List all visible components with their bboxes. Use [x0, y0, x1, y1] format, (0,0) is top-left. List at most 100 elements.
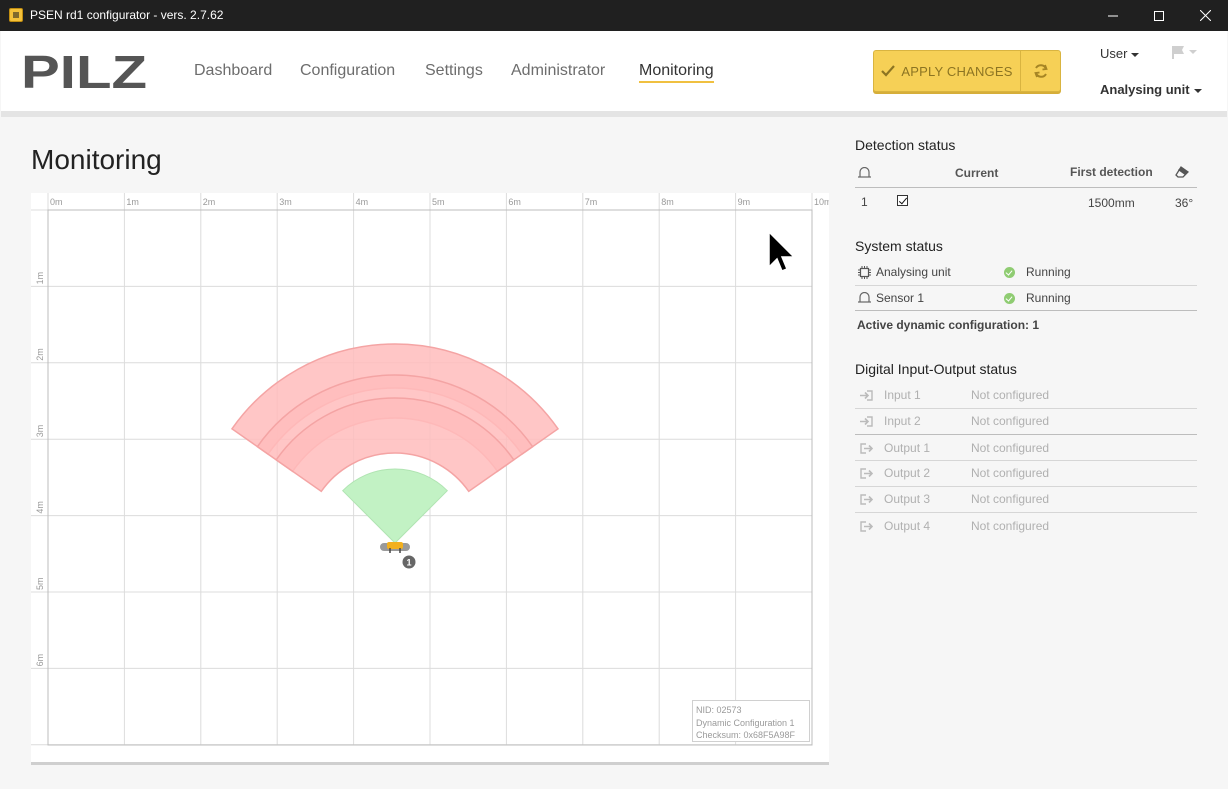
io-item-label: Output 4 [884, 519, 931, 533]
apply-changes-button[interactable]: APPLY CHANGES [873, 50, 1020, 92]
map-info-box: NID: 02573 Dynamic Configuration 1 Check… [692, 700, 810, 742]
check-icon [881, 65, 896, 77]
system-sensor-label: Sensor 1 [876, 291, 925, 305]
y-tick-label: 2m [35, 348, 45, 361]
chip-icon [858, 266, 871, 279]
io-item-label: Input 2 [884, 414, 921, 428]
io-item-status: Not configured [971, 414, 1050, 428]
eraser-icon[interactable] [1175, 166, 1189, 178]
col-current: Current [955, 166, 999, 180]
divider [855, 310, 1197, 311]
user-menu[interactable]: User [1100, 46, 1140, 61]
system-analysing-unit-label: Analysing unit [876, 265, 951, 279]
x-tick-label: 3m [279, 197, 292, 207]
system-analysing-unit-status: Running [1026, 265, 1071, 279]
divider [855, 187, 1197, 188]
language-menu[interactable] [1171, 45, 1197, 64]
x-tick-label: 5m [432, 197, 445, 207]
analysing-unit-label: Analysing unit [1100, 82, 1190, 97]
io-item-label: Output 1 [884, 441, 931, 455]
x-tick-label: 6m [508, 197, 521, 207]
sign-out-icon [860, 494, 873, 505]
chevron-down-icon [1131, 52, 1140, 57]
x-tick-label: 10m [814, 197, 829, 207]
sensor-badge-label: 1 [406, 558, 411, 568]
maximize-button[interactable] [1136, 0, 1182, 31]
divider [855, 460, 1197, 461]
x-tick-label: 2m [203, 197, 216, 207]
refresh-icon [1033, 64, 1048, 78]
chevron-down-icon [1193, 88, 1202, 93]
io-item-status: Not configured [971, 492, 1050, 506]
svg-text:PILZ: PILZ [21, 54, 147, 90]
io-item-status: Not configured [971, 519, 1050, 533]
nav-monitoring[interactable]: Monitoring [639, 62, 714, 83]
nav-settings[interactable]: Settings [425, 62, 483, 80]
sensor-icon [858, 167, 871, 178]
current-checkbox[interactable] [897, 195, 908, 206]
analysing-unit-menu[interactable]: Analysing unit [1100, 82, 1202, 97]
divider [855, 285, 1197, 286]
app-header: PILZ Dashboard Configuration Settings Ad… [1, 31, 1227, 117]
mouse-cursor-icon [768, 231, 796, 272]
system-sensor-status: Running [1026, 291, 1071, 305]
nav-configuration[interactable]: Configuration [300, 62, 395, 80]
configuration-text: Dynamic Configuration 1 [696, 717, 795, 728]
divider [855, 486, 1197, 487]
close-button[interactable] [1182, 0, 1228, 31]
close-icon [1199, 10, 1211, 21]
monitoring-map[interactable]: 0m 1m 2m 3m 4m 5m 6m 7m 8m 9m 10m 1m 2m 3m 4m 5m 6m 1 NID… [31, 193, 829, 765]
window-title: PSEN rd1 configurator - vers. 2.7.62 [30, 8, 224, 22]
io-status-title: Digital Input-Output status [855, 361, 1017, 377]
y-tick-label: 4m [35, 501, 45, 514]
status-ok-icon [1004, 293, 1015, 304]
sensor-icon [858, 292, 871, 303]
x-tick-label: 0m [50, 197, 63, 207]
y-tick-label: 3m [35, 425, 45, 438]
io-item-label: Output 3 [884, 492, 931, 506]
nid-text: NID: 02573 [696, 705, 742, 715]
sign-in-icon [860, 390, 873, 401]
io-item-status: Not configured [971, 441, 1050, 455]
detection-row-id: 1 [861, 195, 868, 209]
detection-status-title: Detection status [855, 137, 956, 153]
divider [855, 434, 1197, 435]
sign-out-icon [860, 443, 873, 454]
io-item-status: Not configured [971, 466, 1050, 480]
refresh-button[interactable] [1020, 50, 1061, 92]
x-tick-label: 9m [738, 197, 751, 207]
io-item-label: Input 1 [884, 388, 921, 402]
sign-out-icon [860, 521, 873, 532]
nav-dashboard[interactable]: Dashboard [194, 62, 272, 80]
status-ok-icon [1004, 267, 1015, 278]
divider [855, 408, 1197, 409]
system-status-title: System status [855, 238, 943, 254]
minimize-icon [1108, 15, 1118, 16]
sensor-led [387, 542, 403, 549]
io-item-status: Not configured [971, 388, 1050, 402]
detection-zone [341, 468, 449, 544]
x-tick-label: 4m [356, 197, 369, 207]
io-item-label: Output 2 [884, 466, 931, 480]
pilz-logo[interactable]: PILZ [21, 54, 149, 90]
user-menu-label: User [1100, 46, 1128, 61]
first-detection-value: 1500mm [1088, 196, 1135, 210]
page-title: Monitoring [31, 144, 162, 175]
y-tick-label: 5m [35, 577, 45, 590]
nav-administrator[interactable]: Administrator [511, 62, 605, 80]
active-dynamic-configuration: Active dynamic configuration: 1 [857, 318, 1040, 332]
maximize-icon [1154, 10, 1164, 21]
sign-in-icon [860, 416, 873, 427]
window-titlebar: PSEN rd1 configurator - vers. 2.7.62 [0, 0, 1228, 31]
minimize-button[interactable] [1090, 0, 1136, 31]
monitoring-map-canvas[interactable]: 0m 1m 2m 3m 4m 5m 6m 7m 8m 9m 10m 1m 2m 3m 4m 5m 6m 1 [31, 193, 829, 762]
x-tick-label: 7m [585, 197, 598, 207]
apply-changes-label: APPLY CHANGES [901, 63, 1013, 79]
divider [855, 512, 1197, 513]
app-icon [9, 8, 23, 22]
flag-icon [1172, 46, 1197, 59]
x-tick-label: 1m [126, 197, 139, 207]
y-tick-label: 1m [35, 272, 45, 285]
detection-angle-value: 36° [1175, 196, 1194, 210]
col-first-detection: First detection [1070, 165, 1153, 179]
